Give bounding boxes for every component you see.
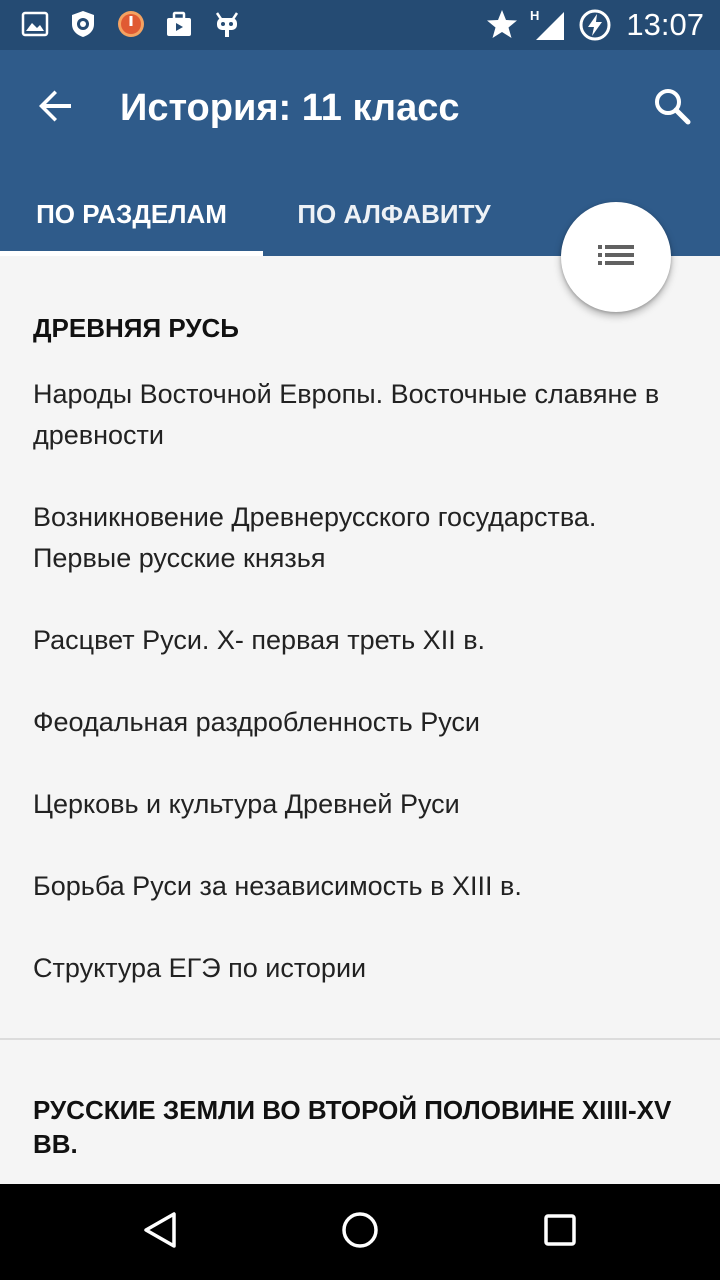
nav-recents-button[interactable] <box>528 1200 592 1264</box>
page-title: История: 11 класс <box>120 87 460 129</box>
shield-app-icon <box>68 9 98 39</box>
nav-home-button[interactable] <box>328 1200 392 1264</box>
network-type-label: H <box>530 8 539 23</box>
nav-back-button[interactable] <box>128 1200 192 1264</box>
list-item[interactable]: Церковь и культура Древней Руси <box>33 784 698 825</box>
back-button[interactable] <box>26 78 86 138</box>
search-button[interactable] <box>642 78 702 138</box>
section-title: РУССКИЕ ЗЕМЛИ ВО ВТОРОЙ ПОЛОВИНЕ XIIII-X… <box>33 1095 672 1159</box>
system-nav-bar <box>0 1184 720 1280</box>
image-notification-icon <box>20 9 50 39</box>
search-icon <box>653 87 691 130</box>
content-list: ДРЕВНЯЯ РУСЬ Народы Восточной Европы. Во… <box>0 256 720 1184</box>
back-triangle-icon <box>140 1210 180 1255</box>
android-debug-icon <box>212 9 242 39</box>
home-circle-icon <box>340 1210 380 1255</box>
status-bar: H 13:07 <box>0 0 720 50</box>
list-item[interactable]: Структура ЕГЭ по истории <box>33 948 698 989</box>
list-item[interactable]: Феодальная раздробленность Руси <box>33 702 698 743</box>
status-time: 13:07 <box>626 7 704 42</box>
star-icon <box>486 8 517 38</box>
screen: H 13:07 История: 11 класс ПО РАЗДЕЛАМ ПО… <box>0 0 720 1280</box>
recents-square-icon <box>540 1210 580 1255</box>
list-item[interactable]: Народы Восточной Европы. Восточные славя… <box>33 374 698 456</box>
section-title: ДРЕВНЯЯ РУСЬ <box>33 313 239 343</box>
list-item[interactable]: Борьба Руси за независимость в XIII в. <box>33 866 698 907</box>
tab-by-sections[interactable]: ПО РАЗДЕЛАМ <box>0 172 263 256</box>
list-item[interactable]: Расцвет Руси. X- первая треть XII в. <box>33 620 698 661</box>
list-item[interactable]: Возникновение Древнерусского государства… <box>33 497 698 579</box>
power-app-icon <box>116 9 146 39</box>
tab-by-alphabet[interactable]: ПО АЛФАВИТУ <box>263 172 525 256</box>
briefcase-icon <box>164 9 194 39</box>
arrow-back-icon <box>37 87 75 130</box>
section-divider <box>0 1038 720 1040</box>
signal-icon: H <box>528 6 568 42</box>
battery-charging-icon <box>578 8 612 42</box>
